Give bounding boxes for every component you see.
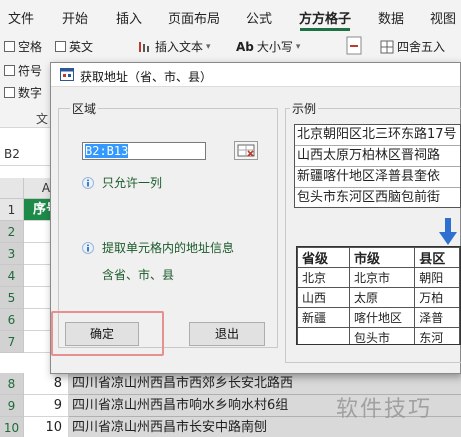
case-icon: Ab	[236, 39, 254, 54]
row-header[interactable]: 5	[0, 287, 24, 309]
checkbox-english-label: 英文	[69, 40, 94, 54]
checkbox-number-label: 数字	[18, 86, 43, 100]
ribbon-tabs: 文件 开始 插入 页面布局 公式 方方格子 数据 视图	[0, 0, 461, 32]
chevron-down-icon: ▾	[295, 41, 301, 52]
delete-icon-button[interactable]	[346, 36, 364, 56]
example-label: 示例	[290, 100, 319, 117]
checkbox-box[interactable]	[4, 87, 15, 98]
select-all-corner[interactable]	[0, 178, 24, 199]
example-cell: 太原	[348, 287, 416, 308]
region-label: 区域	[70, 100, 99, 117]
checkbox-english[interactable]: 英文	[55, 38, 93, 55]
exit-button[interactable]: 退出	[189, 322, 265, 346]
checkbox-number[interactable]: 数字	[4, 84, 42, 101]
only-one-column-note: 只允许一列	[82, 174, 162, 191]
checkbox-symbol-label: 符号	[18, 64, 43, 78]
dialog-title: 获取地址（省、市、县）	[80, 70, 213, 84]
rounding-button[interactable]: 四舍五入	[380, 38, 445, 55]
extract-info-note: 提取单元格内的地址信息	[82, 239, 234, 256]
dialog-title-bar[interactable]: 获取地址（省、市、县）	[51, 63, 460, 87]
only-one-column-text: 只允许一列	[102, 176, 163, 190]
down-arrow-icon	[439, 218, 457, 245]
extract-info-text: 提取单元格内的地址信息	[102, 241, 235, 255]
range-input[interactable]: B2:B13	[82, 142, 206, 160]
row-header[interactable]: 10	[0, 417, 24, 437]
row-header[interactable]: 3	[0, 243, 24, 265]
example-header-province: 省级	[297, 247, 350, 268]
checkbox-space[interactable]: 空格	[4, 38, 42, 55]
case-button[interactable]: Ab 大小写 ▾	[236, 38, 300, 55]
row-header[interactable]: 8	[0, 373, 24, 395]
checkbox-box[interactable]	[55, 41, 66, 52]
range-input-text: B2:B13	[85, 144, 129, 158]
example-cell: 北京市	[348, 267, 416, 288]
example-cell: 山西	[297, 287, 350, 308]
chevron-down-icon: ▾	[206, 41, 211, 52]
case-label: 大小写	[256, 40, 293, 54]
example-cell: 喀什地区	[348, 307, 416, 328]
row-header[interactable]: 4	[0, 265, 24, 287]
example-address-line: 北京朝阳区北三环东路17号	[295, 125, 460, 146]
insert-text-button[interactable]: 插入文本 ▾	[138, 38, 211, 55]
sheet-cell[interactable]: 10	[24, 417, 69, 437]
row-header[interactable]: 9	[0, 395, 24, 417]
tab-file[interactable]: 文件	[8, 8, 34, 27]
includes-text: 含省、市、县	[102, 268, 175, 282]
group-label-text: 文	[36, 112, 49, 126]
rounding-label: 四舍五入	[397, 40, 446, 54]
example-cell: 东河	[414, 327, 460, 344]
sheet-cell[interactable]: 8	[24, 373, 69, 395]
tab-page-layout[interactable]: 页面布局	[168, 8, 220, 27]
checkbox-box[interactable]	[4, 65, 15, 76]
tab-insert[interactable]: 插入	[116, 8, 142, 27]
example-address-list: 北京朝阳区北三环东路17号 山西太原万柏林区晋祠路 新疆喀什地区泽普县奎依 包头…	[294, 124, 461, 208]
delete-icon	[346, 36, 362, 55]
insert-text-label: 插入文本	[155, 40, 204, 54]
example-cell: 新疆	[297, 307, 350, 328]
example-cell: 包头市	[348, 327, 416, 344]
active-tab-indicator	[300, 28, 350, 31]
example-cell: 万柏	[414, 287, 460, 308]
row-header[interactable]: 2	[0, 221, 24, 243]
example-result-table: 省级 市级 县区 北京 北京市 朝阳 山西 太原 万柏 新疆 喀什地区 泽普 包…	[296, 246, 461, 345]
checkbox-symbol[interactable]: 符号	[4, 62, 42, 79]
insert-text-icon	[139, 41, 149, 52]
example-header-city: 市级	[348, 247, 416, 268]
checkbox-box[interactable]	[4, 41, 15, 52]
name-box[interactable]: B2	[4, 147, 20, 161]
sheet-cell[interactable]: 9	[24, 395, 69, 417]
ok-button-highlight	[51, 311, 164, 356]
tab-formulas[interactable]: 公式	[246, 8, 272, 27]
info-icon	[82, 241, 94, 254]
info-icon	[82, 176, 94, 189]
row-header[interactable]: 1	[0, 199, 24, 221]
example-cell: 泽普	[414, 307, 460, 328]
range-picker-button[interactable]	[234, 141, 258, 160]
tab-data[interactable]: 数据	[378, 8, 404, 27]
example-cell	[297, 327, 350, 344]
watermark: 软件技巧	[336, 397, 433, 422]
example-cell: 北京	[297, 267, 350, 288]
range-picker-icon	[237, 144, 255, 157]
example-address-line: 包头市东河区西脑包前街	[297, 190, 441, 205]
app-icon	[60, 68, 74, 81]
row-header[interactable]: 6	[0, 309, 24, 331]
example-cell: 朝阳	[414, 267, 460, 288]
row-header[interactable]: 7	[0, 331, 24, 353]
example-header-county: 县区	[414, 247, 460, 268]
tab-home[interactable]: 开始	[62, 8, 88, 27]
rounding-icon	[380, 40, 394, 53]
checkbox-space-label: 空格	[18, 40, 43, 54]
tab-view[interactable]: 视图	[430, 8, 456, 27]
example-address-line: 山西太原万柏林区晋祠路	[295, 146, 460, 167]
tab-fangfang[interactable]: 方方格子	[299, 8, 351, 27]
example-address-line: 新疆喀什地区泽普县奎依	[295, 167, 460, 188]
